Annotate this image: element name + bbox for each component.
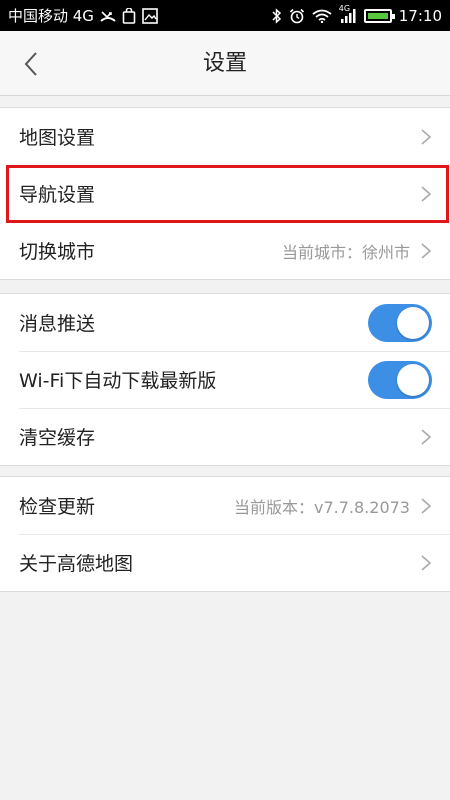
map-settings-row[interactable]: 地图设置 <box>0 108 450 165</box>
wifi-icon <box>312 9 332 23</box>
clear-cache-row[interactable]: 清空缓存 <box>0 408 450 465</box>
status-bar: 中国移动 4G 4G 17:10 <box>0 0 450 31</box>
map-settings-label: 地图设置 <box>19 127 96 149</box>
page-title: 设置 <box>202 51 247 76</box>
wifi-auto-download-label: Wi-Fi下自动下载最新版 <box>19 370 217 392</box>
battery-icon <box>363 8 395 23</box>
settings-group-general: 消息推送 Wi-Fi下自动下载最新版 清空缓存 <box>0 293 450 466</box>
network-type-label: 4G <box>338 3 351 13</box>
app-store-icon <box>122 7 136 24</box>
chevron-right-icon <box>421 128 432 145</box>
check-update-label: 检查更新 <box>19 496 96 518</box>
clear-cache-label: 清空缓存 <box>19 427 96 449</box>
current-city-value: 当前城市：徐州市 <box>281 242 410 262</box>
bluetooth-icon <box>272 7 282 24</box>
highlight-box <box>6 165 449 223</box>
alarm-icon <box>289 8 305 24</box>
image-icon <box>142 7 158 24</box>
chevron-right-icon <box>421 497 432 514</box>
carrier-label: 中国移动 4G <box>8 7 94 25</box>
switch-city-row[interactable]: 切换城市 当前城市：徐州市 <box>0 222 450 279</box>
push-notifications-label: 消息推送 <box>19 313 96 335</box>
nav-bar: 设置 <box>0 31 450 96</box>
wifi-auto-download-toggle[interactable] <box>368 360 432 399</box>
missed-call-icon <box>100 9 116 23</box>
about-label: 关于高德地图 <box>19 553 134 575</box>
back-button[interactable] <box>14 47 48 81</box>
current-version-value: 当前版本：v7.7.8.2073 <box>234 497 410 517</box>
about-row[interactable]: 关于高德地图 <box>0 534 450 591</box>
signal-icon: 4G <box>339 4 357 24</box>
switch-city-label: 切换城市 <box>19 241 96 263</box>
settings-group-about: 检查更新 当前版本：v7.7.8.2073 关于高德地图 <box>0 476 450 592</box>
push-notifications-row: 消息推送 <box>0 294 450 351</box>
back-arrow-icon <box>24 52 37 76</box>
chevron-right-icon <box>421 242 432 259</box>
wifi-auto-download-row: Wi-Fi下自动下载最新版 <box>0 351 450 408</box>
status-time: 17:10 <box>398 6 442 25</box>
chevron-right-icon <box>421 554 432 571</box>
chevron-right-icon <box>421 428 432 445</box>
push-notifications-toggle[interactable] <box>368 303 432 342</box>
check-update-row[interactable]: 检查更新 当前版本：v7.7.8.2073 <box>0 477 450 534</box>
